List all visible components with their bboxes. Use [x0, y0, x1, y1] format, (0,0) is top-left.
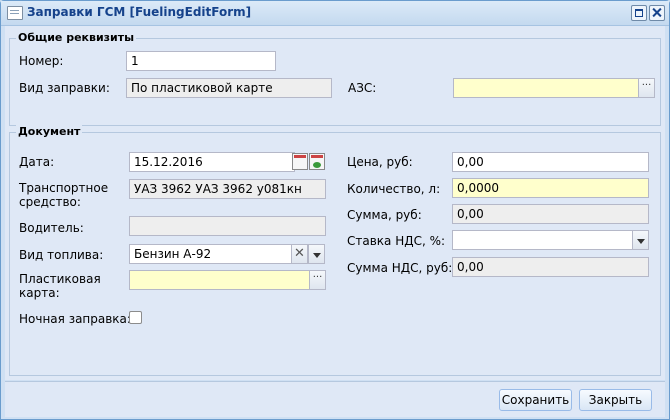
window-titlebar[interactable]: Заправки ГСМ [FuelingEditForm]: [1, 1, 669, 26]
vat-sum-field: 0,00: [452, 257, 649, 277]
fuel-type-label: Вид топлива:: [19, 248, 104, 262]
document-legend: Документ: [16, 125, 83, 138]
card-label-line1: Пластиковая: [19, 272, 101, 286]
general-legend: Общие реквизиты: [16, 31, 137, 44]
close-button[interactable]: Закрыть: [579, 389, 652, 411]
form-icon: [7, 6, 23, 20]
form-body: Общие реквизиты Номер: 1 Вид заправки: П…: [5, 26, 665, 380]
window-footer: Сохранить Закрыть: [5, 381, 665, 417]
driver-label: Водитель:: [19, 221, 84, 235]
price-label: Цена, руб:: [347, 155, 413, 169]
close-icon[interactable]: [649, 5, 665, 21]
vehicle-label-line2: средство:: [19, 195, 81, 209]
window-title: Заправки ГСМ [FuelingEditForm]: [27, 5, 252, 19]
card-label-line2: карта:: [19, 286, 60, 300]
fueling-edit-window: Заправки ГСМ [FuelingEditForm] Общие рек…: [0, 0, 670, 420]
save-button[interactable]: Сохранить: [499, 389, 572, 411]
ellipsis-icon[interactable]: ···: [638, 78, 655, 98]
number-input[interactable]: 1: [126, 51, 276, 71]
azs-label: АЗС:: [348, 81, 377, 95]
price-input[interactable]: 0,00: [452, 152, 649, 172]
number-label: Номер:: [19, 54, 64, 68]
fueling-type-label: Вид заправки:: [19, 81, 110, 95]
night-fueling-label: Ночная заправка:: [19, 312, 131, 326]
vat-rate-select[interactable]: [452, 230, 633, 250]
maximize-icon[interactable]: [631, 5, 647, 21]
vat-rate-label: Ставка НДС, %:: [347, 234, 446, 248]
quantity-label: Количество, л:: [347, 182, 441, 196]
azs-input[interactable]: [453, 78, 639, 98]
driver-field: [129, 216, 326, 236]
sum-label: Сумма, руб:: [347, 208, 422, 222]
quantity-input[interactable]: 0,0000: [452, 178, 649, 198]
footer-divider: [5, 381, 665, 382]
vat-sum-label: Сумма НДС, руб:: [347, 261, 453, 275]
calendar-icon[interactable]: [292, 153, 308, 170]
chevron-down-icon[interactable]: [632, 230, 649, 250]
fueling-type-field: По пластиковой карте: [126, 78, 332, 98]
fuel-type-select[interactable]: Бензин А-92: [129, 244, 292, 264]
ellipsis-icon[interactable]: ···: [309, 270, 326, 290]
vehicle-field: УАЗ 3962 УАЗ 3962 у081кн: [129, 179, 326, 199]
calendar-refresh-icon[interactable]: [309, 153, 325, 170]
clear-icon[interactable]: ✕: [291, 244, 308, 264]
night-fueling-checkbox[interactable]: [129, 311, 142, 324]
date-label: Дата:: [19, 155, 55, 169]
sum-field: 0,00: [452, 204, 649, 224]
vehicle-label-line1: Транспортное: [19, 181, 109, 195]
plastic-card-input[interactable]: [129, 270, 310, 290]
chevron-down-icon[interactable]: [308, 244, 325, 264]
general-fieldset: Общие реквизиты Номер: 1 Вид заправки: П…: [9, 31, 661, 126]
document-fieldset: Документ Дата: 15.12.2016 Транспортное с…: [9, 125, 661, 376]
date-input[interactable]: 15.12.2016: [129, 152, 295, 172]
